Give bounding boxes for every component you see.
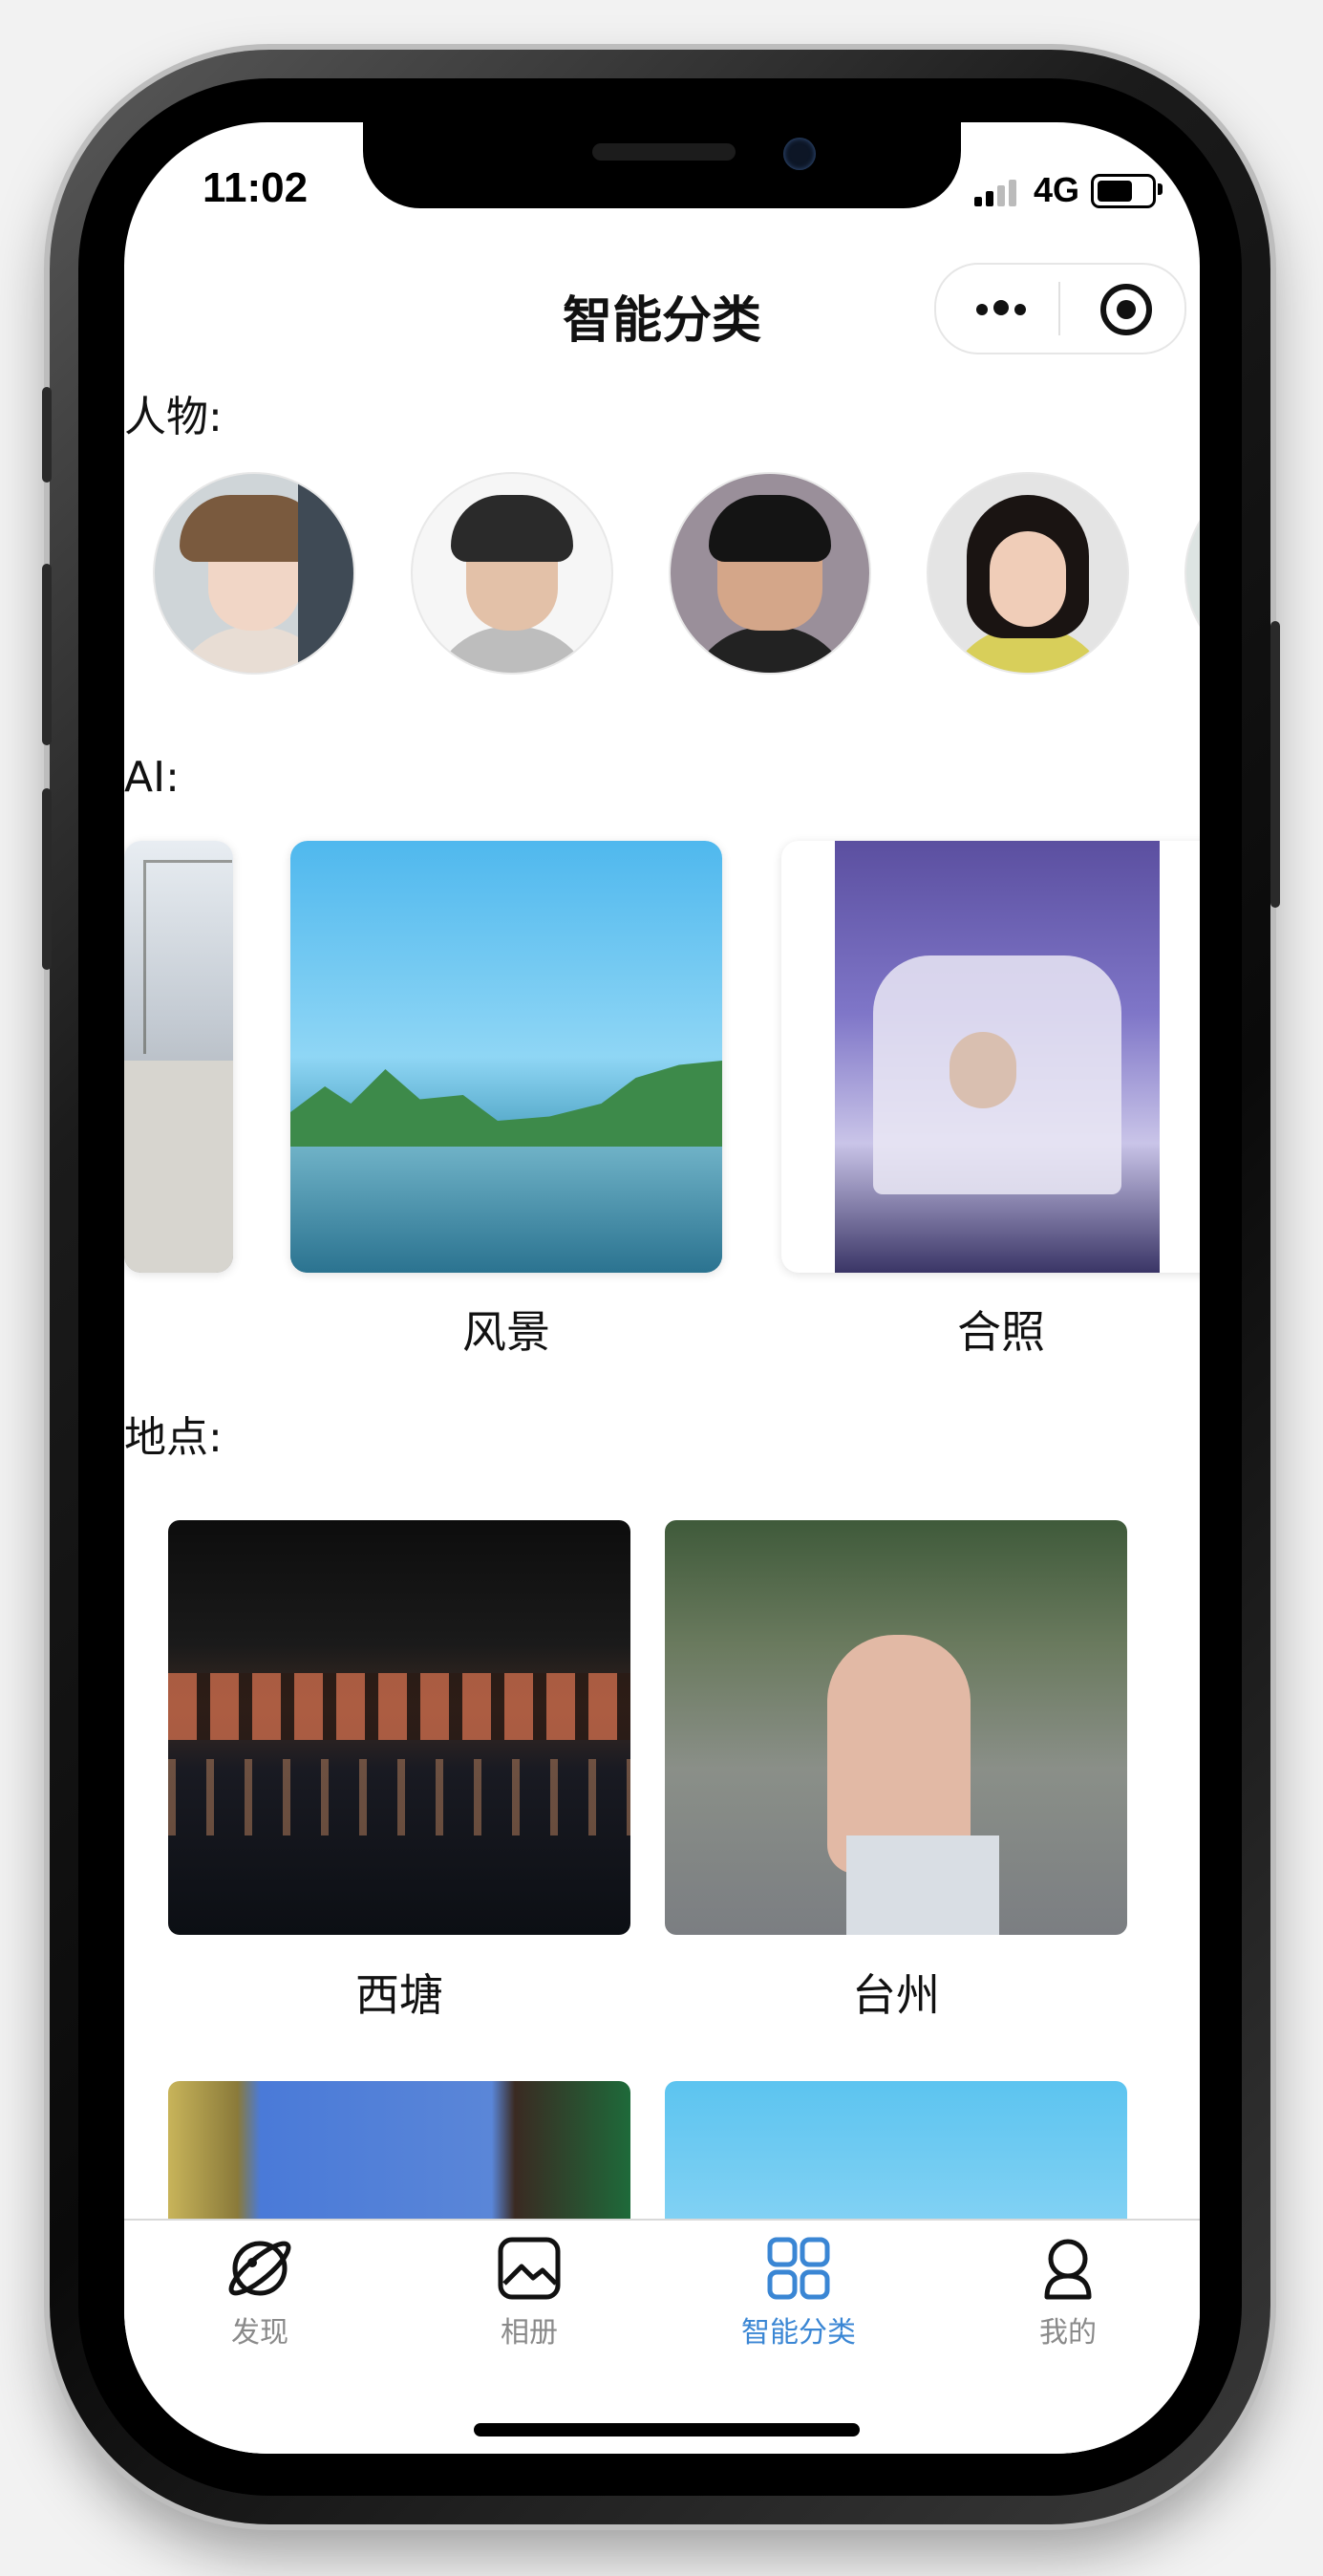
section-title-people: 人物: [124, 393, 223, 441]
mute-switch [42, 387, 52, 483]
user-icon [1034, 2234, 1102, 2303]
screen: 11:02 4G 智能分类 人物: AI: 风景 合照 地点: 西塘 台州 发现… [124, 122, 1200, 2454]
tab-smart-category[interactable]: 智能分类 [703, 2234, 894, 2351]
album-icon [495, 2234, 564, 2303]
grid-icon [764, 2234, 833, 2303]
tab-label: 智能分类 [741, 2316, 856, 2350]
close-target-icon[interactable] [1100, 284, 1152, 335]
place-card-label: 台州 [852, 1969, 940, 2021]
tab-label: 发现 [231, 2316, 288, 2350]
planet-icon [225, 2234, 294, 2303]
tab-discover[interactable]: 发现 [164, 2234, 355, 2351]
section-title-places: 地点: [124, 1413, 223, 1462]
capsule-divider [1058, 282, 1060, 335]
ai-category-card[interactable] [124, 841, 233, 1273]
place-card[interactable] [168, 1520, 630, 1935]
tab-label: 相册 [501, 2316, 558, 2350]
place-card-label: 西塘 [355, 1969, 443, 2021]
tab-mine[interactable]: 我的 [972, 2234, 1163, 2351]
signal-icon [974, 180, 1020, 206]
tab-label: 我的 [1039, 2316, 1097, 2350]
tab-bar: 发现 相册 智能分类 我的 [124, 2219, 1200, 2454]
person-avatar[interactable] [153, 472, 355, 675]
battery-tip [1158, 183, 1163, 195]
battery-icon [1091, 174, 1156, 208]
ai-card-label: 合照 [957, 1306, 1045, 1358]
section-title-ai: AI: [124, 753, 180, 802]
volume-up-button [42, 564, 52, 745]
notch [363, 122, 961, 208]
speaker [592, 143, 736, 161]
more-icon[interactable] [976, 300, 1032, 319]
mini-program-capsule [934, 263, 1186, 354]
front-camera [783, 138, 816, 170]
volume-down-button [42, 788, 52, 970]
person-avatar[interactable] [1184, 472, 1200, 675]
ai-card-label: 风景 [462, 1306, 550, 1358]
tab-album[interactable]: 相册 [434, 2234, 625, 2351]
person-avatar[interactable] [411, 472, 613, 675]
home-indicator[interactable] [474, 2423, 860, 2436]
status-time: 11:02 [203, 164, 309, 211]
power-button [1270, 621, 1280, 908]
person-avatar[interactable] [927, 472, 1129, 675]
ai-category-card[interactable] [781, 841, 1200, 1273]
person-avatar[interactable] [669, 472, 871, 675]
network-label: 4G [1034, 170, 1080, 209]
ai-category-card[interactable] [290, 841, 722, 1273]
place-card[interactable] [665, 1520, 1127, 1935]
